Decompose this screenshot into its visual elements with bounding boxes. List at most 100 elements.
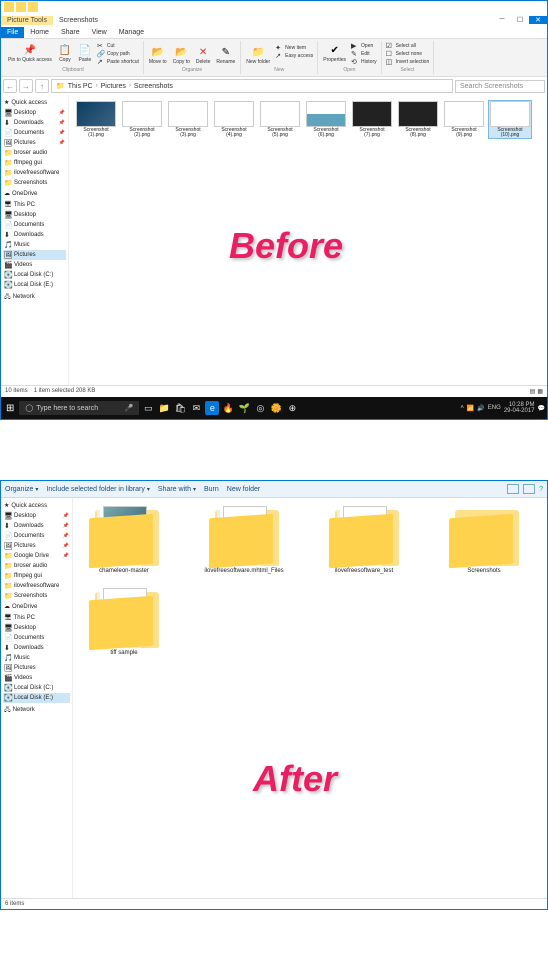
file-thumbnail[interactable]: Screenshot (5).png bbox=[259, 101, 301, 138]
copy-button[interactable]: 📋Copy bbox=[56, 42, 74, 66]
sidebar-item[interactable]: 📁Google Drive📌 bbox=[3, 551, 70, 561]
maximize-button[interactable]: ☐ bbox=[511, 16, 529, 24]
sidebar-item[interactable]: 📁ilovefreesoftware bbox=[3, 168, 66, 178]
sidebar-item[interactable]: 📁ffmpeg gui bbox=[3, 571, 70, 581]
paste-button[interactable]: 📄Paste bbox=[76, 42, 94, 66]
sidebar-item[interactable]: 🖥Desktop📌 bbox=[3, 511, 70, 521]
mail-icon[interactable]: ✉ bbox=[189, 401, 203, 415]
taskview-icon[interactable]: ▭ bbox=[141, 401, 155, 415]
cut-button[interactable]: ✂Cut bbox=[96, 42, 140, 50]
sidebar-item[interactable]: 💽Local Disk (E:) bbox=[3, 693, 70, 703]
file-thumbnail[interactable]: Screenshot (7).png bbox=[351, 101, 393, 138]
sidebar-item[interactable]: 💽Local Disk (E:) bbox=[3, 280, 66, 290]
search-input[interactable]: Search Screenshots bbox=[455, 80, 545, 93]
volume-icon[interactable]: 🔊 bbox=[477, 405, 484, 412]
system-tray[interactable]: ˄ 📶 🔊 ENG 10:28 PM 29-04-2017 💬 bbox=[460, 402, 545, 414]
tab-home[interactable]: Home bbox=[24, 27, 55, 38]
sidebar-item[interactable]: 📁Screenshots bbox=[3, 178, 66, 188]
view-button[interactable] bbox=[507, 484, 519, 494]
sidebar-network[interactable]: 🖧Network bbox=[3, 290, 66, 304]
copyto-button[interactable]: 📂Copy to bbox=[171, 44, 192, 66]
preview-button[interactable] bbox=[523, 484, 535, 494]
taskbar-search[interactable]: ◯ Type here to search 🎤 bbox=[19, 401, 139, 415]
newfolder-button[interactable]: 📁New folder bbox=[244, 44, 272, 66]
mic-icon[interactable]: 🎤 bbox=[125, 404, 134, 412]
folder-item[interactable]: ilovefreesoftware_test bbox=[319, 506, 409, 574]
clock[interactable]: 10:28 PM 29-04-2017 bbox=[504, 402, 535, 414]
file-thumbnail[interactable]: Screenshot (3).png bbox=[167, 101, 209, 138]
app-icon[interactable]: ◎ bbox=[253, 401, 267, 415]
view-details-icon[interactable]: ▤ bbox=[530, 388, 536, 395]
notifications-icon[interactable]: 💬 bbox=[538, 405, 545, 412]
sidebar-item[interactable]: 📁broser audio bbox=[3, 561, 70, 571]
tab-file[interactable]: File bbox=[1, 27, 24, 38]
selectall-button[interactable]: ☑Select all bbox=[385, 42, 431, 50]
selectnone-button[interactable]: ☐Select none bbox=[385, 50, 431, 58]
tray-up-icon[interactable]: ˄ bbox=[460, 405, 464, 411]
easyaccess-button[interactable]: ↗Easy access bbox=[274, 52, 314, 60]
tab-share[interactable]: Share bbox=[55, 27, 86, 38]
tab-manage[interactable]: Manage bbox=[113, 27, 150, 38]
app-icon[interactable]: 🔥 bbox=[221, 401, 235, 415]
burn-button[interactable]: Burn bbox=[204, 486, 219, 493]
lang-indicator[interactable]: ENG bbox=[488, 405, 501, 411]
sidebar-item[interactable]: 🖼Pictures bbox=[3, 250, 66, 260]
content-area[interactable]: chameleon-masterilovefreesoftware.mhtml_… bbox=[73, 498, 547, 898]
sidebar-item[interactable]: 🖥Desktop bbox=[3, 210, 66, 220]
qat-icon[interactable] bbox=[4, 2, 14, 12]
edit-button[interactable]: ✎Edit bbox=[350, 50, 378, 58]
sidebar-item[interactable]: 📁ilovefreesoftware bbox=[3, 581, 70, 591]
sidebar-item[interactable]: 🖼Pictures📌 bbox=[3, 138, 66, 148]
history-button[interactable]: ⟲History bbox=[350, 58, 378, 66]
sidebar-item[interactable]: ⬇Downloads📌 bbox=[3, 118, 66, 128]
content-area[interactable]: Screenshot (1).pngScreenshot (2).pngScre… bbox=[69, 95, 547, 385]
explorer-icon[interactable]: 📁 bbox=[157, 401, 171, 415]
organize-menu[interactable]: Organize bbox=[5, 486, 38, 493]
file-thumbnail[interactable]: Screenshot (8).png bbox=[397, 101, 439, 138]
file-thumbnail[interactable]: Screenshot (1).png bbox=[75, 101, 117, 138]
sidebar-network[interactable]: 🖧Network bbox=[3, 703, 70, 717]
sidebar-item[interactable]: ⬇Downloads bbox=[3, 643, 70, 653]
app-icon[interactable]: 🌱 bbox=[237, 401, 251, 415]
close-button[interactable]: ✕ bbox=[529, 16, 547, 24]
sidebar-item[interactable]: 📄Documents📌 bbox=[3, 128, 66, 138]
invert-button[interactable]: ◫Invert selection bbox=[385, 58, 431, 66]
back-button[interactable]: ← bbox=[3, 79, 17, 93]
app-icon[interactable]: ⊕ bbox=[285, 401, 299, 415]
qat-icon[interactable] bbox=[16, 2, 26, 12]
sidebar-item[interactable]: 📄Documents bbox=[3, 220, 66, 230]
pin-button[interactable]: 📌Pin to Quick access bbox=[6, 42, 54, 66]
file-thumbnail[interactable]: Screenshot (9).png bbox=[443, 101, 485, 138]
minimize-button[interactable]: ─ bbox=[493, 16, 511, 24]
sidebar-item[interactable]: 🖥Desktop bbox=[3, 623, 70, 633]
sidebar-thispc[interactable]: 🖥This PC bbox=[3, 199, 66, 210]
sidebar-quick-access[interactable]: ★Quick access bbox=[3, 97, 66, 108]
sidebar-item[interactable]: 📁ffmpeg gui bbox=[3, 158, 66, 168]
folder-item[interactable]: tiff sample bbox=[79, 588, 169, 656]
sidebar-item[interactable]: 🖼Pictures bbox=[3, 663, 70, 673]
sidebar-item[interactable]: 🖼Pictures📌 bbox=[3, 541, 70, 551]
sidebar-item[interactable]: 🎬Videos bbox=[3, 260, 66, 270]
newitem-button[interactable]: ✦New item bbox=[274, 44, 314, 52]
file-thumbnail[interactable]: Screenshot (6).png bbox=[305, 101, 347, 138]
sidebar-item[interactable]: 📁broser audio bbox=[3, 148, 66, 158]
store-icon[interactable]: 🛍 bbox=[173, 401, 187, 415]
network-icon[interactable]: 📶 bbox=[467, 405, 474, 412]
sidebar-item[interactable]: 🖥Desktop📌 bbox=[3, 108, 66, 118]
file-thumbnail[interactable]: Screenshot (10).png bbox=[489, 101, 531, 138]
forward-button[interactable]: → bbox=[19, 79, 33, 93]
moveto-button[interactable]: 📂Move to bbox=[147, 44, 169, 66]
sidebar-item[interactable]: 💽Local Disk (C:) bbox=[3, 683, 70, 693]
newfolder-button[interactable]: New folder bbox=[227, 486, 260, 493]
include-menu[interactable]: Include selected folder in library bbox=[46, 486, 149, 493]
folder-item[interactable]: Screenshots bbox=[439, 506, 529, 574]
view-thumbs-icon[interactable]: ▦ bbox=[537, 388, 543, 395]
edge-icon[interactable]: e bbox=[205, 401, 219, 415]
properties-button[interactable]: ✔Properties bbox=[321, 42, 348, 66]
sidebar-item[interactable]: 🎬Videos bbox=[3, 673, 70, 683]
sidebar-quick-access[interactable]: ★Quick access bbox=[3, 500, 70, 511]
sidebar-item[interactable]: 🎵Music bbox=[3, 240, 66, 250]
sidebar-item[interactable]: 💽Local Disk (C:) bbox=[3, 270, 66, 280]
sidebar-item[interactable]: 📄Documents bbox=[3, 633, 70, 643]
app-icon[interactable]: 🌼 bbox=[269, 401, 283, 415]
